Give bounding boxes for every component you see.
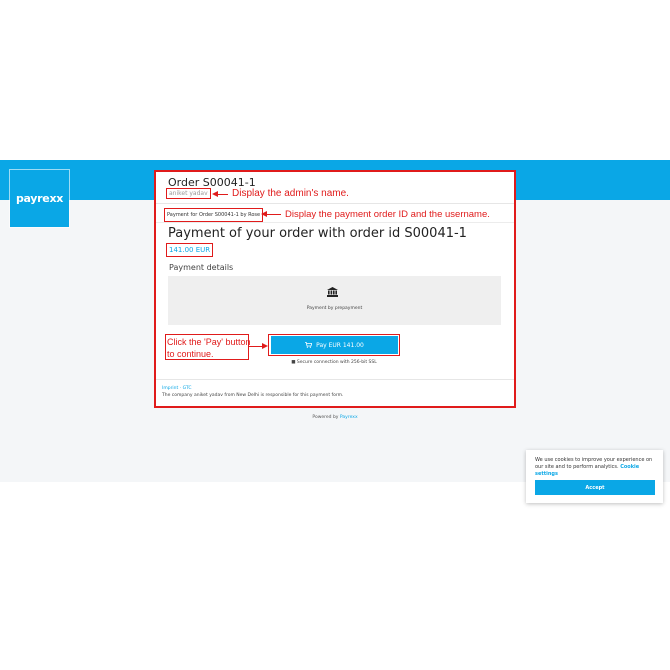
bank-icon <box>327 287 338 297</box>
divider <box>156 203 514 204</box>
payment-method-option[interactable] <box>168 276 501 325</box>
payrexx-logo: payrexx <box>10 170 69 227</box>
admin-name: aniket yadav <box>166 188 211 199</box>
cookie-text: We use cookies to improve your experienc… <box>535 457 659 478</box>
pay-button[interactable]: Pay EUR 141.00 <box>271 336 398 354</box>
lock-icon: ■ <box>291 360 296 365</box>
imprint-link[interactable]: Imprint · GTC <box>162 386 192 391</box>
annotation-arrow-line <box>217 194 228 195</box>
annotation-id-note: Display the payment order ID and the use… <box>285 209 490 220</box>
annotation-arrow-line <box>249 346 262 347</box>
annotation-pay-note-line1: Click the 'Pay' button <box>167 337 251 347</box>
payment-for-text: Payment for Order S00041-1 by Rose <box>164 208 264 222</box>
pay-button-label: Pay EUR 141.00 <box>316 341 364 349</box>
annotation-admin-note: Display the admin's name. <box>232 188 349 199</box>
amount-label: 141.00 EUR <box>166 243 214 257</box>
annotation-pay-note-line2: to continue. <box>167 349 214 359</box>
annotation-pay-note: Click the 'Pay' button to continue. <box>167 336 250 360</box>
payment-details-title: Payment details <box>169 263 234 272</box>
cart-icon <box>305 342 313 348</box>
payrexx-link[interactable]: Payrexx <box>340 415 358 420</box>
divider <box>156 222 514 223</box>
divider <box>156 379 514 380</box>
annotation-arrow-line <box>266 214 281 215</box>
secure-text: Secure connection with 256-bit SSL <box>296 360 377 365</box>
payment-method-label: Payment by prepayment <box>306 306 363 311</box>
responsibility-text: The company aniket yadav from New Delhi … <box>162 393 344 398</box>
secure-connection-note: ■ Secure connection with 256-bit SSL <box>268 360 400 365</box>
powered-by: Powered by Payrexx <box>154 415 516 420</box>
logo-text: payrexx <box>15 192 64 205</box>
payment-heading: Payment of your order with order id S000… <box>168 226 467 241</box>
powered-by-prefix: Powered by <box>312 415 340 420</box>
accept-cookies-button[interactable]: Accept <box>535 480 655 495</box>
